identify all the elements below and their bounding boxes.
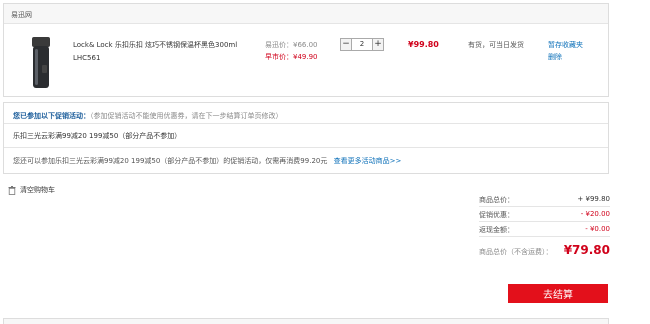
cashback-label: 返现金额： (479, 226, 514, 234)
grand-total-label: 商品总价（不含运费）： (479, 248, 553, 256)
item-actions: 暂存收藏夹 删除 (548, 39, 583, 63)
increment-button[interactable]: + (372, 38, 384, 51)
stock-status: 有货，可当日发货 (468, 41, 524, 49)
summary-sep-2 (479, 221, 610, 222)
promo-divider (4, 123, 608, 124)
decrement-button[interactable]: − (340, 38, 352, 51)
promo-title: 您已参加以下促销活动： (13, 112, 90, 120)
sale-price-label: 早市价： (265, 53, 293, 61)
grand-total-value: ¥79.80 (563, 243, 610, 257)
orig-price: ¥66.00 (293, 41, 318, 49)
summary-sep-1 (479, 206, 610, 207)
promo-suggestion-text: 您还可以参加乐扣三光云彩满99减20 199减50（部分产品不参加）的促销活动，… (13, 157, 328, 165)
promo-header: 您已参加以下促销活动：（参加促销活动不能使用优惠券，请在下一步结算订单页修改） (13, 111, 283, 121)
promo-suggestion: 您还可以参加乐扣三光云彩满99减20 199减50（部分产品不参加）的促销活动，… (13, 156, 401, 166)
delete-link[interactable]: 删除 (548, 51, 583, 63)
checkout-button[interactable]: 去结算 (508, 284, 608, 303)
promo-divider-2 (4, 147, 608, 148)
product-title[interactable]: Lock& Lock 乐扣乐扣 炫巧不锈钢保温杯黑色300ml LHC561 (73, 39, 243, 65)
price-block: 易迅价：¥66.00 早市价：¥49.90 (265, 39, 318, 63)
next-section-panel (3, 318, 609, 324)
summary-sep-3 (479, 236, 610, 237)
summary-total-row: 商品总价（不含运费）： ¥79.80 (479, 243, 610, 257)
cashback-value: - ¥0.00 (585, 225, 610, 233)
promo-discount-value: - ¥20.00 (580, 210, 610, 218)
item-subtotal: ¥99.80 (408, 40, 439, 49)
more-promo-link[interactable]: 查看更多活动商品>> (334, 157, 402, 165)
promo-panel: 您已参加以下促销活动：（参加促销活动不能使用优惠券，请在下一步结算订单页修改） … (3, 102, 609, 174)
promo-note: （参加促销活动不能使用优惠券，请在下一步结算订单页修改） (90, 112, 283, 120)
quantity-input[interactable]: 2 (352, 38, 372, 51)
goods-total-value: + ¥99.80 (577, 195, 610, 203)
orig-price-label: 易迅价： (265, 41, 293, 49)
clear-cart-button[interactable]: 清空购物车 (8, 185, 55, 195)
shop-name: 易迅网 (11, 11, 32, 19)
trash-icon (8, 185, 16, 195)
quantity-stepper: − 2 + (340, 38, 384, 51)
clear-cart-label: 清空购物车 (20, 186, 55, 194)
promo-line: 乐扣三光云彩满99减20 199减50（部分产品不参加） (13, 132, 182, 140)
sale-price: ¥49.90 (293, 53, 318, 61)
shop-header: 易迅网 (4, 4, 608, 24)
goods-total-label: 商品总价： (479, 196, 514, 204)
product-image[interactable] (28, 35, 54, 91)
save-to-favorites-link[interactable]: 暂存收藏夹 (548, 39, 583, 51)
promo-discount-label: 促销优惠： (479, 211, 514, 219)
